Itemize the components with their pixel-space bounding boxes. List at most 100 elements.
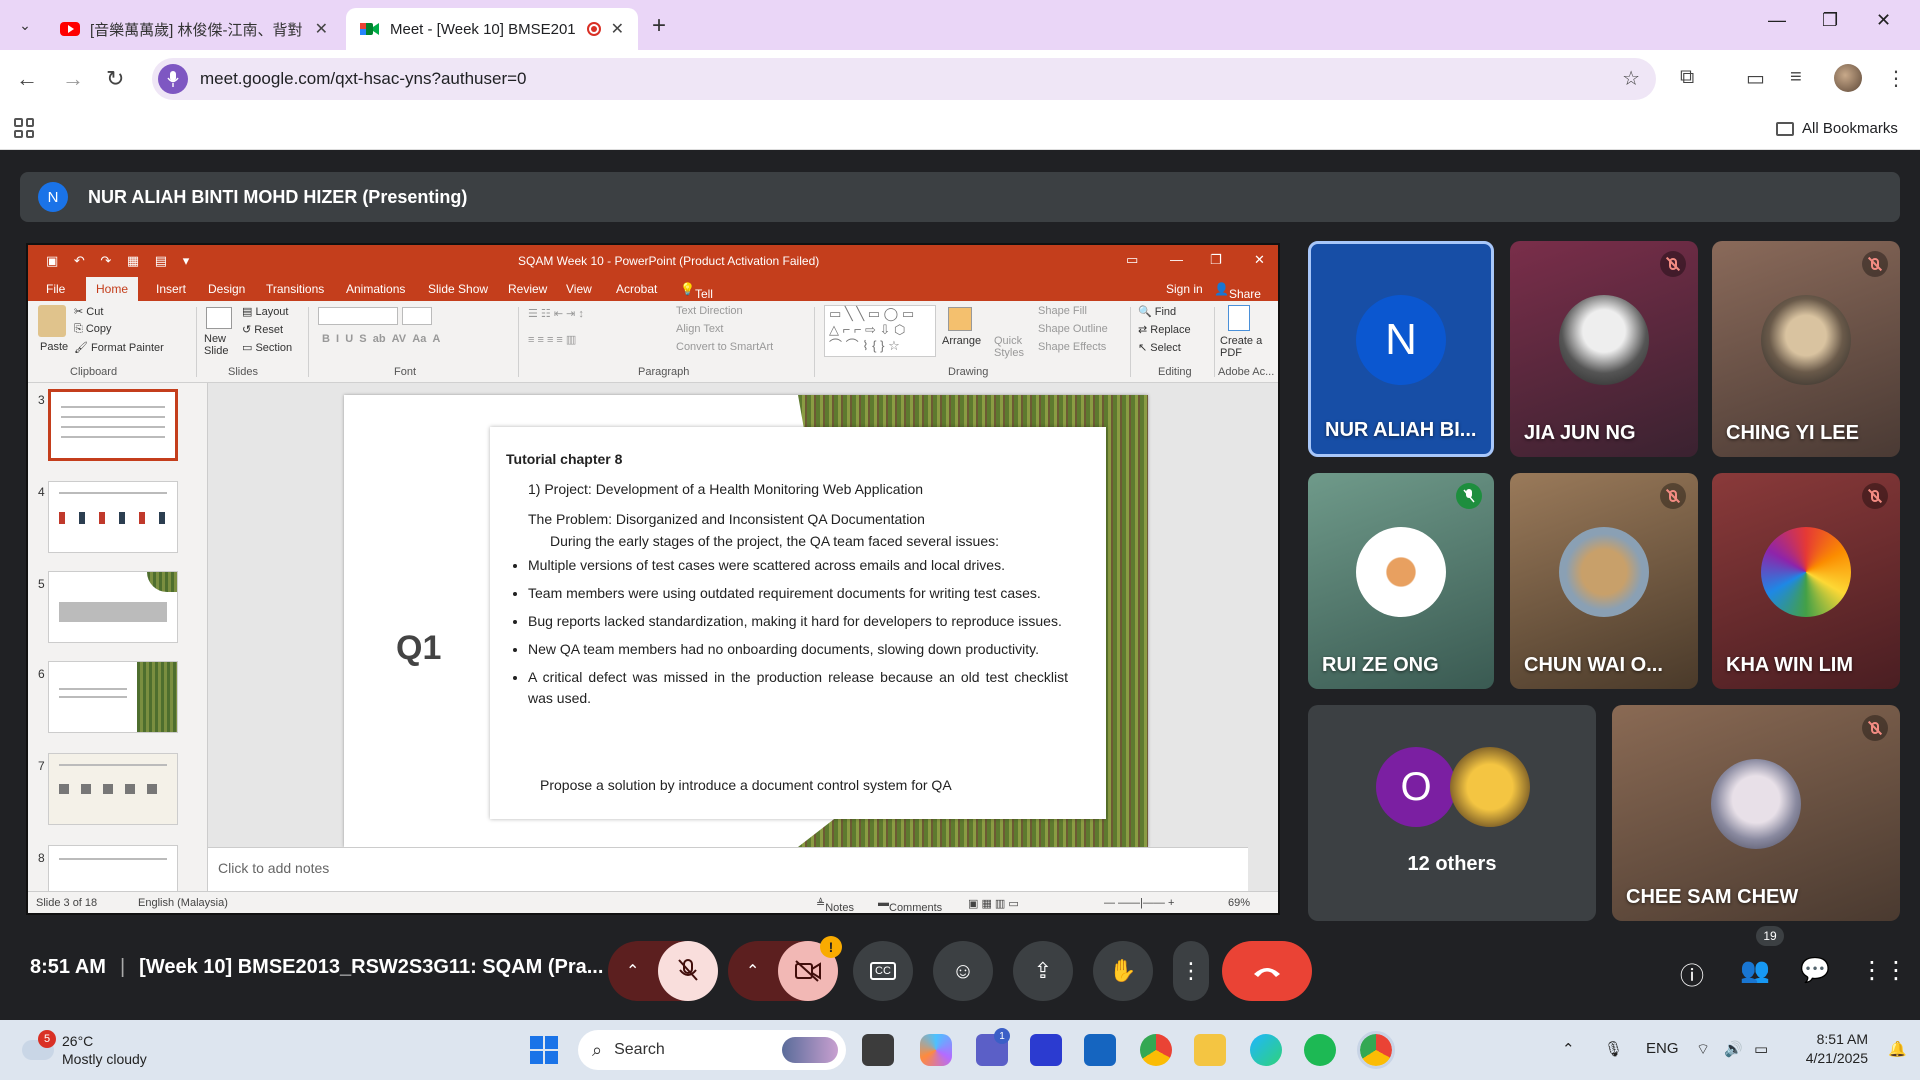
slide-thumbnail-4[interactable] (48, 481, 178, 553)
cut-button[interactable]: ✂ Cut (74, 305, 103, 318)
font-format-buttons[interactable]: B I U S ab AV Aa A (322, 333, 440, 345)
share-button[interactable]: 👤 Share (1214, 282, 1261, 301)
participant-tile[interactable]: KHA WIN LIM (1712, 473, 1900, 689)
menu-file[interactable]: File (46, 282, 65, 296)
slide-thumbnail-5[interactable] (48, 571, 178, 643)
select-button[interactable]: ↖ Select (1138, 341, 1181, 354)
quick-styles-button[interactable]: Quick Styles (994, 335, 1026, 359)
menu-acrobat[interactable]: Acrobat (616, 282, 657, 296)
forward-icon[interactable]: → (62, 66, 84, 92)
comments-toggle[interactable]: ▬ Comments (878, 897, 942, 913)
minimize-icon[interactable]: — (1768, 10, 1786, 31)
activities-grid-icon[interactable]: ⋮⋮ (1860, 956, 1908, 985)
pp-restore-icon[interactable]: ❐ (1210, 252, 1222, 268)
participant-tile[interactable]: CHUN WAI O... (1510, 473, 1698, 689)
copilot-icon[interactable] (920, 1034, 952, 1066)
view-buttons[interactable]: ▣ ▦ ▥ ▭ (968, 897, 1019, 910)
spotify-icon[interactable] (1304, 1034, 1336, 1066)
zoom-slider[interactable]: — ——|—— + (1104, 897, 1174, 909)
shape-outline-button[interactable]: Shape Outline (1038, 323, 1108, 335)
menu-slide-show[interactable]: Slide Show (428, 282, 488, 296)
layout-button[interactable]: ▤ Layout (242, 305, 288, 318)
menu-design[interactable]: Design (208, 282, 245, 296)
replace-button[interactable]: ⇄ Replace (1138, 323, 1191, 336)
others-tile[interactable]: O 12 others (1308, 705, 1596, 921)
editor-app-icon[interactable] (1030, 1034, 1062, 1066)
reload-icon[interactable]: ↻ (106, 66, 124, 92)
raise-hand-button[interactable]: ✋ (1093, 941, 1153, 1001)
shape-effects-button[interactable]: Shape Effects (1038, 341, 1106, 353)
participant-tile[interactable]: N NUR ALIAH BI... (1308, 241, 1494, 457)
participant-tile[interactable]: CHING YI LEE (1712, 241, 1900, 457)
list-buttons[interactable]: ☰ ☷ ⇤ ⇥ ↕ (528, 307, 584, 320)
menu-home[interactable]: Home (86, 277, 139, 301)
chrome-active-icon[interactable] (1357, 1031, 1395, 1069)
leave-call-button[interactable] (1222, 941, 1312, 1001)
notifications-icon[interactable]: 🔔 (1888, 1040, 1907, 1058)
format-painter-button[interactable]: 🖌 Format Painter (74, 341, 164, 354)
back-icon[interactable]: ← (16, 66, 38, 92)
create-pdf-icon[interactable] (1228, 305, 1250, 331)
new-slide-button[interactable]: New Slide (204, 333, 236, 357)
meeting-title[interactable]: [Week 10] BMSE2013_RSW2S3G11: SQAM (Pra.… (139, 956, 603, 978)
slide-thumbnail-3[interactable] (48, 389, 178, 461)
participant-tile[interactable]: JIA JUN NG (1510, 241, 1698, 457)
people-icon[interactable]: 👥 (1740, 956, 1770, 985)
align-buttons[interactable]: ≡ ≡ ≡ ≡ ▥ (528, 333, 576, 346)
chrome-icon[interactable] (1140, 1034, 1172, 1066)
file-explorer-icon[interactable] (1194, 1034, 1226, 1066)
camera-options-chevron-icon[interactable]: ⌃ (746, 961, 759, 981)
find-button[interactable]: 🔍 Find (1138, 305, 1176, 318)
current-slide[interactable]: Q1 Tutorial chapter 8 1) Project: Develo… (344, 395, 1148, 847)
menu-insert[interactable]: Insert (156, 282, 186, 296)
chat-icon[interactable]: 💬 (1800, 956, 1830, 985)
taskbar-clock[interactable]: 8:51 AM 4/21/2025 (1792, 1030, 1868, 1068)
media-controls-icon[interactable]: ≡ (1790, 66, 1802, 89)
align-text-button[interactable]: Align Text (676, 323, 724, 335)
text-direction-button[interactable]: Text Direction (676, 305, 743, 317)
close-tab-icon[interactable]: ✕ (315, 19, 328, 39)
quick-access-toolbar[interactable]: ▣ ↶ ↷ ▦ ▤ ▾ (46, 253, 195, 269)
reset-button[interactable]: ↺ Reset (242, 323, 283, 336)
shape-fill-button[interactable]: Shape Fill (1038, 305, 1087, 317)
arrange-button[interactable]: Arrange (942, 335, 981, 347)
menu-view[interactable]: View (566, 282, 592, 296)
convert-smartart-button[interactable]: Convert to SmartArt (676, 341, 773, 353)
microphone-active-icon[interactable] (158, 64, 188, 94)
more-menu-icon[interactable]: ⋮ (1886, 66, 1906, 91)
shared-screen[interactable]: ▣ ↶ ↷ ▦ ▤ ▾ SQAM Week 10 - PowerPoint (P… (26, 243, 1280, 915)
slide-thumbnails[interactable]: 3 4 5 6 7 8 (28, 383, 208, 913)
close-tab-icon[interactable]: ✕ (611, 19, 624, 39)
paste-button[interactable]: Paste (40, 341, 68, 353)
menu-transitions[interactable]: Transitions (266, 282, 324, 296)
new-slide-icon[interactable] (206, 307, 232, 329)
extensions-icon[interactable]: ⧉ (1680, 66, 1694, 89)
menu-animations[interactable]: Animations (346, 282, 405, 296)
edge-icon[interactable] (1250, 1034, 1282, 1066)
arrange-icon[interactable] (948, 307, 972, 331)
notes-pane[interactable]: Click to add notes (208, 847, 1248, 891)
new-tab-button[interactable]: + (652, 12, 666, 40)
taskbar-search[interactable]: ⌕ Search (578, 1030, 846, 1070)
tab-youtube[interactable]: [音樂萬萬歲] 林俊傑-江南、背對 ✕ (46, 8, 342, 50)
restore-icon[interactable]: ❐ (1822, 10, 1838, 31)
slide-text-box[interactable]: Tutorial chapter 8 1) Project: Developme… (490, 427, 1106, 819)
font-size-box[interactable] (402, 307, 432, 325)
participant-tile[interactable]: CHEE SAM CHEW (1612, 705, 1900, 921)
language-indicator[interactable]: ENG (1646, 1040, 1679, 1057)
mic-toggle-button[interactable] (658, 941, 718, 1001)
sign-in-link[interactable]: Sign in (1166, 282, 1203, 296)
bookmark-star-icon[interactable]: ☆ (1622, 66, 1640, 91)
pp-close-icon[interactable]: ✕ (1254, 252, 1265, 268)
microphone-tray-icon[interactable]: 🎙 (1604, 1040, 1623, 1058)
create-pdf-button[interactable]: Create a PDF (1220, 335, 1264, 359)
present-screen-button[interactable]: ⇪ (1013, 941, 1073, 1001)
ribbon-display-icon[interactable]: ▭ (1126, 252, 1138, 268)
weather-widget[interactable]: 5 26°C Mostly cloudy (22, 1030, 147, 1068)
copy-button[interactable]: ⎘ Copy (74, 323, 112, 336)
address-bar[interactable]: meet.google.com/qxt-hsac-yns?authuser=0 … (152, 58, 1656, 100)
windows-start-icon[interactable] (530, 1036, 558, 1064)
tab-search-icon[interactable]: ⌄ (12, 12, 38, 38)
slide-thumbnail-6[interactable] (48, 661, 178, 733)
show-hidden-icons-chevron[interactable]: ⌃ (1562, 1040, 1575, 1058)
